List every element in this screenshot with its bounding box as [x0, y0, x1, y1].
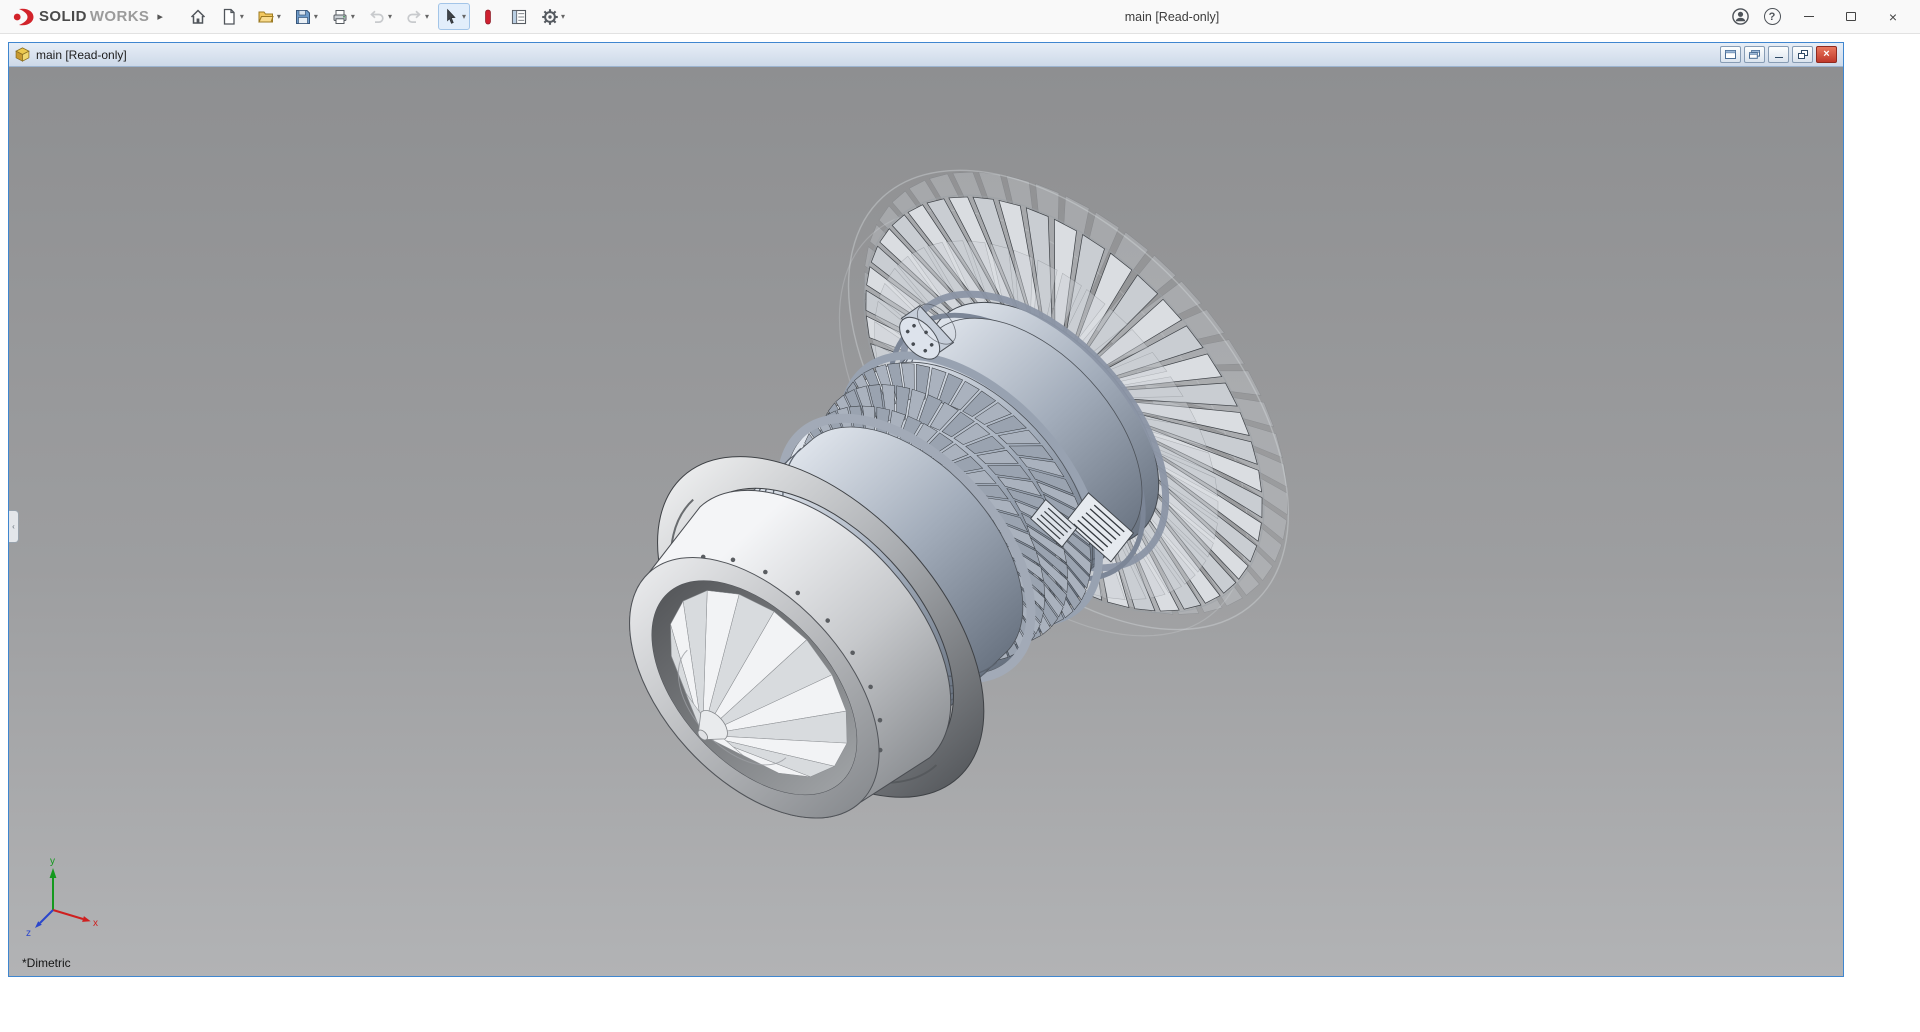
select-tool-button[interactable]: ▾ — [438, 3, 470, 30]
close-icon: × — [1889, 10, 1897, 24]
3dexperience-button[interactable] — [475, 3, 501, 30]
quick-access-toolbar: ▾ ▾ ▾ ▾ — [185, 3, 569, 30]
maximize-button[interactable] — [1830, 0, 1872, 34]
solidworks-logo: SOLIDWORKS — [0, 7, 149, 27]
restore-document-button[interactable] — [1792, 46, 1813, 63]
document-window-controls: × — [1720, 46, 1837, 63]
print-icon — [331, 8, 349, 26]
minimize-doc-icon — [1775, 57, 1783, 59]
new-window-icon — [1725, 50, 1736, 59]
user-account-icon — [1731, 7, 1750, 26]
help-button[interactable]: ? — [1756, 0, 1788, 34]
home-icon — [189, 8, 207, 26]
new-document-icon — [220, 8, 238, 26]
logo-text-works: WORKS — [90, 8, 150, 25]
property-manager-icon — [510, 8, 528, 26]
minimize-document-button[interactable] — [1768, 46, 1789, 63]
print-caret-icon[interactable]: ▾ — [351, 13, 355, 21]
undo-icon — [368, 8, 386, 26]
home-button[interactable] — [185, 3, 211, 30]
restore-doc-icon — [1798, 50, 1808, 59]
view-orientation-label: *Dimetric — [22, 956, 71, 970]
logo-text-solid: SOLID — [39, 8, 87, 25]
x-axis-label: x — [93, 918, 98, 929]
print-button[interactable]: ▾ — [327, 3, 359, 30]
document-titlebar: main [Read-only] — [9, 43, 1843, 67]
jet-engine-model — [502, 87, 1375, 952]
user-account-button[interactable] — [1724, 0, 1756, 34]
save-caret-icon[interactable]: ▾ — [314, 13, 318, 21]
undo-caret-icon[interactable]: ▾ — [388, 13, 392, 21]
redo-button[interactable]: ▾ — [401, 3, 433, 30]
save-button[interactable]: ▾ — [290, 3, 322, 30]
document-window: main [Read-only] — [8, 42, 1844, 977]
z-axis-label: z — [26, 928, 31, 939]
titlebar-right-controls: ? × — [1724, 0, 1920, 34]
open-icon — [257, 8, 275, 26]
x-axis-arrow — [82, 916, 91, 922]
toolbar-flyout-arrow-icon[interactable]: ▸ — [157, 10, 163, 23]
new-window-button[interactable] — [1720, 46, 1741, 63]
featuremanager-collapsed-tab[interactable]: ‹ — [9, 510, 19, 543]
new-document-caret-icon[interactable]: ▾ — [240, 13, 244, 21]
open-caret-icon[interactable]: ▾ — [277, 13, 281, 21]
help-glyph: ? — [1769, 11, 1776, 23]
3ds-logo-icon — [10, 7, 36, 27]
select-cursor-icon — [442, 8, 460, 26]
cascade-windows-icon — [1749, 50, 1760, 59]
document-title: main [Read-only] — [36, 48, 127, 62]
help-icon: ? — [1764, 8, 1781, 25]
orientation-triad[interactable]: x y z — [23, 848, 119, 944]
close-button[interactable]: × — [1872, 0, 1914, 34]
open-button[interactable]: ▾ — [253, 3, 285, 30]
undo-button[interactable]: ▾ — [364, 3, 396, 30]
y-axis-label: y — [50, 856, 55, 867]
redo-caret-icon[interactable]: ▾ — [425, 13, 429, 21]
close-doc-icon: × — [1823, 49, 1829, 60]
redo-icon — [405, 8, 423, 26]
y-axis-arrow — [50, 868, 57, 878]
options-gear-icon — [541, 8, 559, 26]
pane-collapse-icon: ‹ — [12, 522, 15, 531]
3dexperience-icon — [479, 8, 497, 26]
app-window-title: main [Read-only] — [1125, 0, 1220, 33]
options-caret-icon[interactable]: ▾ — [561, 13, 565, 21]
maximize-icon — [1846, 12, 1856, 21]
app-titlebar: SOLIDWORKS ▸ ▾ ▾ — [0, 0, 1920, 34]
engine-3d-view — [9, 67, 1842, 976]
select-tool-caret-icon[interactable]: ▾ — [462, 13, 466, 21]
property-manager-button[interactable] — [506, 3, 532, 30]
new-document-button[interactable]: ▾ — [216, 3, 248, 30]
close-document-button[interactable]: × — [1816, 46, 1837, 63]
part-document-icon — [15, 47, 30, 62]
save-icon — [294, 8, 312, 26]
options-button[interactable]: ▾ — [537, 3, 569, 30]
minimize-button[interactable] — [1788, 0, 1830, 34]
cascade-windows-button[interactable] — [1744, 46, 1765, 63]
minimize-icon — [1804, 16, 1814, 17]
graphics-area[interactable]: x y z *Dimetric ‹ — [9, 67, 1843, 976]
